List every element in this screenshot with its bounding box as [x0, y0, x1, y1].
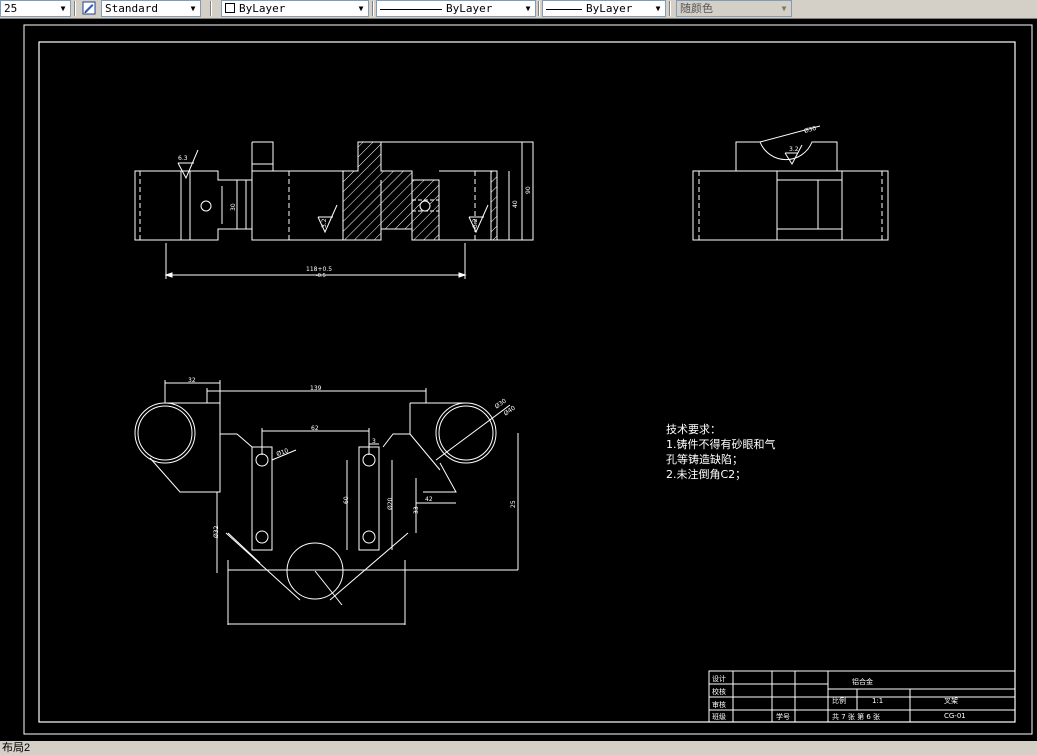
dimension-text: 30	[230, 203, 237, 211]
lineweight-combo[interactable]: ByLayer ▼	[542, 0, 666, 17]
side-view-dimensions: Ø30 3.2	[789, 125, 817, 153]
plan-view-dimensions: 32 139 62 3 Ø10 60 Ø20 Ø30 Ø40 33 25 42 …	[188, 377, 517, 538]
scale-combo[interactable]: 25 ▼	[0, 0, 71, 17]
tech-req-line: 2.未注倒角C2；	[666, 467, 746, 481]
roughness-value: 3.2	[472, 218, 479, 228]
toolbar-separator	[210, 1, 212, 16]
part-name: 叉架	[944, 697, 958, 705]
toolbar-separator	[372, 1, 374, 16]
dimension-text: 40	[512, 200, 519, 208]
linetype-combo[interactable]: ByLayer ▼	[376, 0, 536, 17]
tech-req-title: 技术要求：	[666, 423, 721, 436]
roughness-value: 3.2	[789, 146, 799, 153]
tech-req-line: 孔等铸造缺陷；	[666, 452, 743, 466]
properties-toolbar: 25 ▼ Standard ▼ ByLayer ▼ ByLayer ▼ ByLa…	[0, 0, 1037, 19]
drawing-area[interactable]: 6.3 30 3.2 40 90 3.2 118+0.5 -0.5 Ø30 3.…	[0, 18, 1037, 741]
chevron-down-icon[interactable]: ▼	[354, 1, 368, 16]
dimension-text: 32	[188, 377, 196, 384]
dimension-text: 42	[425, 496, 433, 503]
dimension-text: 139	[310, 385, 322, 392]
side-view	[692, 125, 889, 241]
toolbar-separator	[74, 1, 76, 16]
tab-layout2[interactable]: 布局2	[0, 741, 32, 755]
drawing-frame	[38, 41, 1016, 723]
material-text: 铝合金	[852, 677, 873, 686]
lineweight-sample	[546, 8, 582, 10]
text-style-icon	[82, 1, 96, 15]
dimension-text: Ø32	[213, 525, 220, 538]
dimension-text: 60	[343, 496, 350, 504]
check-label: 校核	[712, 687, 726, 696]
dimension-text: 90	[525, 186, 532, 194]
dimension-text: 118+0.5	[306, 266, 332, 273]
dimension-text: Ø10	[276, 447, 290, 458]
chevron-down-icon[interactable]: ▼	[56, 1, 70, 16]
tech-req-line: 1.铸件不得有砂眼和气	[666, 437, 776, 451]
layer-color-value: ByLayer	[239, 2, 286, 15]
plot-style-value: 随颜色	[680, 2, 713, 15]
scale-label: 比例	[832, 696, 846, 705]
text-style-manager-button[interactable]	[80, 0, 98, 17]
dimension-text: Ø20	[387, 497, 394, 510]
tolerance-text: -0.5	[316, 273, 326, 279]
drawing-canvas[interactable]: 6.3 30 3.2 40 90 3.2 118+0.5 -0.5 Ø30 3.…	[0, 18, 1037, 741]
dimension-text: 3	[372, 438, 376, 445]
dimension-text: 25	[510, 500, 517, 508]
layout-tabs-bar: 布局2	[0, 741, 1037, 755]
text-style-combo[interactable]: Standard ▼	[101, 0, 201, 17]
text-style-value: Standard	[105, 2, 158, 15]
scale-value: 1:1	[872, 697, 883, 705]
sheet-count: 共 7 张 第 6 张	[832, 712, 880, 721]
toolbar-separator	[538, 1, 540, 16]
linetype-sample	[380, 8, 442, 10]
linetype-value: ByLayer	[446, 2, 493, 15]
plot-style-combo[interactable]: 随颜色 ▼	[676, 0, 792, 17]
class-label: 班级	[712, 712, 726, 721]
roughness-value: 6.3	[178, 155, 188, 162]
design-label: 设计	[712, 674, 726, 683]
layer-color-combo[interactable]: ByLayer ▼	[221, 0, 369, 17]
drawing-code: CG-01	[944, 712, 966, 720]
dimension-text: Ø30	[803, 125, 817, 135]
plan-view	[134, 380, 519, 625]
chevron-down-icon[interactable]: ▼	[521, 1, 535, 16]
front-view	[134, 141, 534, 279]
chevron-down-icon[interactable]: ▼	[777, 1, 791, 16]
paper-boundary	[23, 24, 1033, 735]
scale-value: 25	[4, 2, 18, 15]
dimension-text: Ø40	[503, 404, 517, 417]
review-label: 审核	[712, 700, 726, 709]
toolbar-separator	[669, 1, 671, 16]
dimension-text: 33	[413, 506, 420, 514]
roughness-value: 3.2	[321, 218, 328, 228]
color-swatch-icon	[225, 3, 235, 13]
chevron-down-icon[interactable]: ▼	[186, 1, 200, 16]
dimension-text: 62	[311, 425, 319, 432]
student-no-label: 学号	[776, 712, 790, 721]
lineweight-value: ByLayer	[586, 2, 633, 15]
chevron-down-icon[interactable]: ▼	[651, 1, 665, 16]
technical-requirements: 技术要求： 1.铸件不得有砂眼和气 孔等铸造缺陷； 2.未注倒角C2；	[666, 423, 776, 481]
